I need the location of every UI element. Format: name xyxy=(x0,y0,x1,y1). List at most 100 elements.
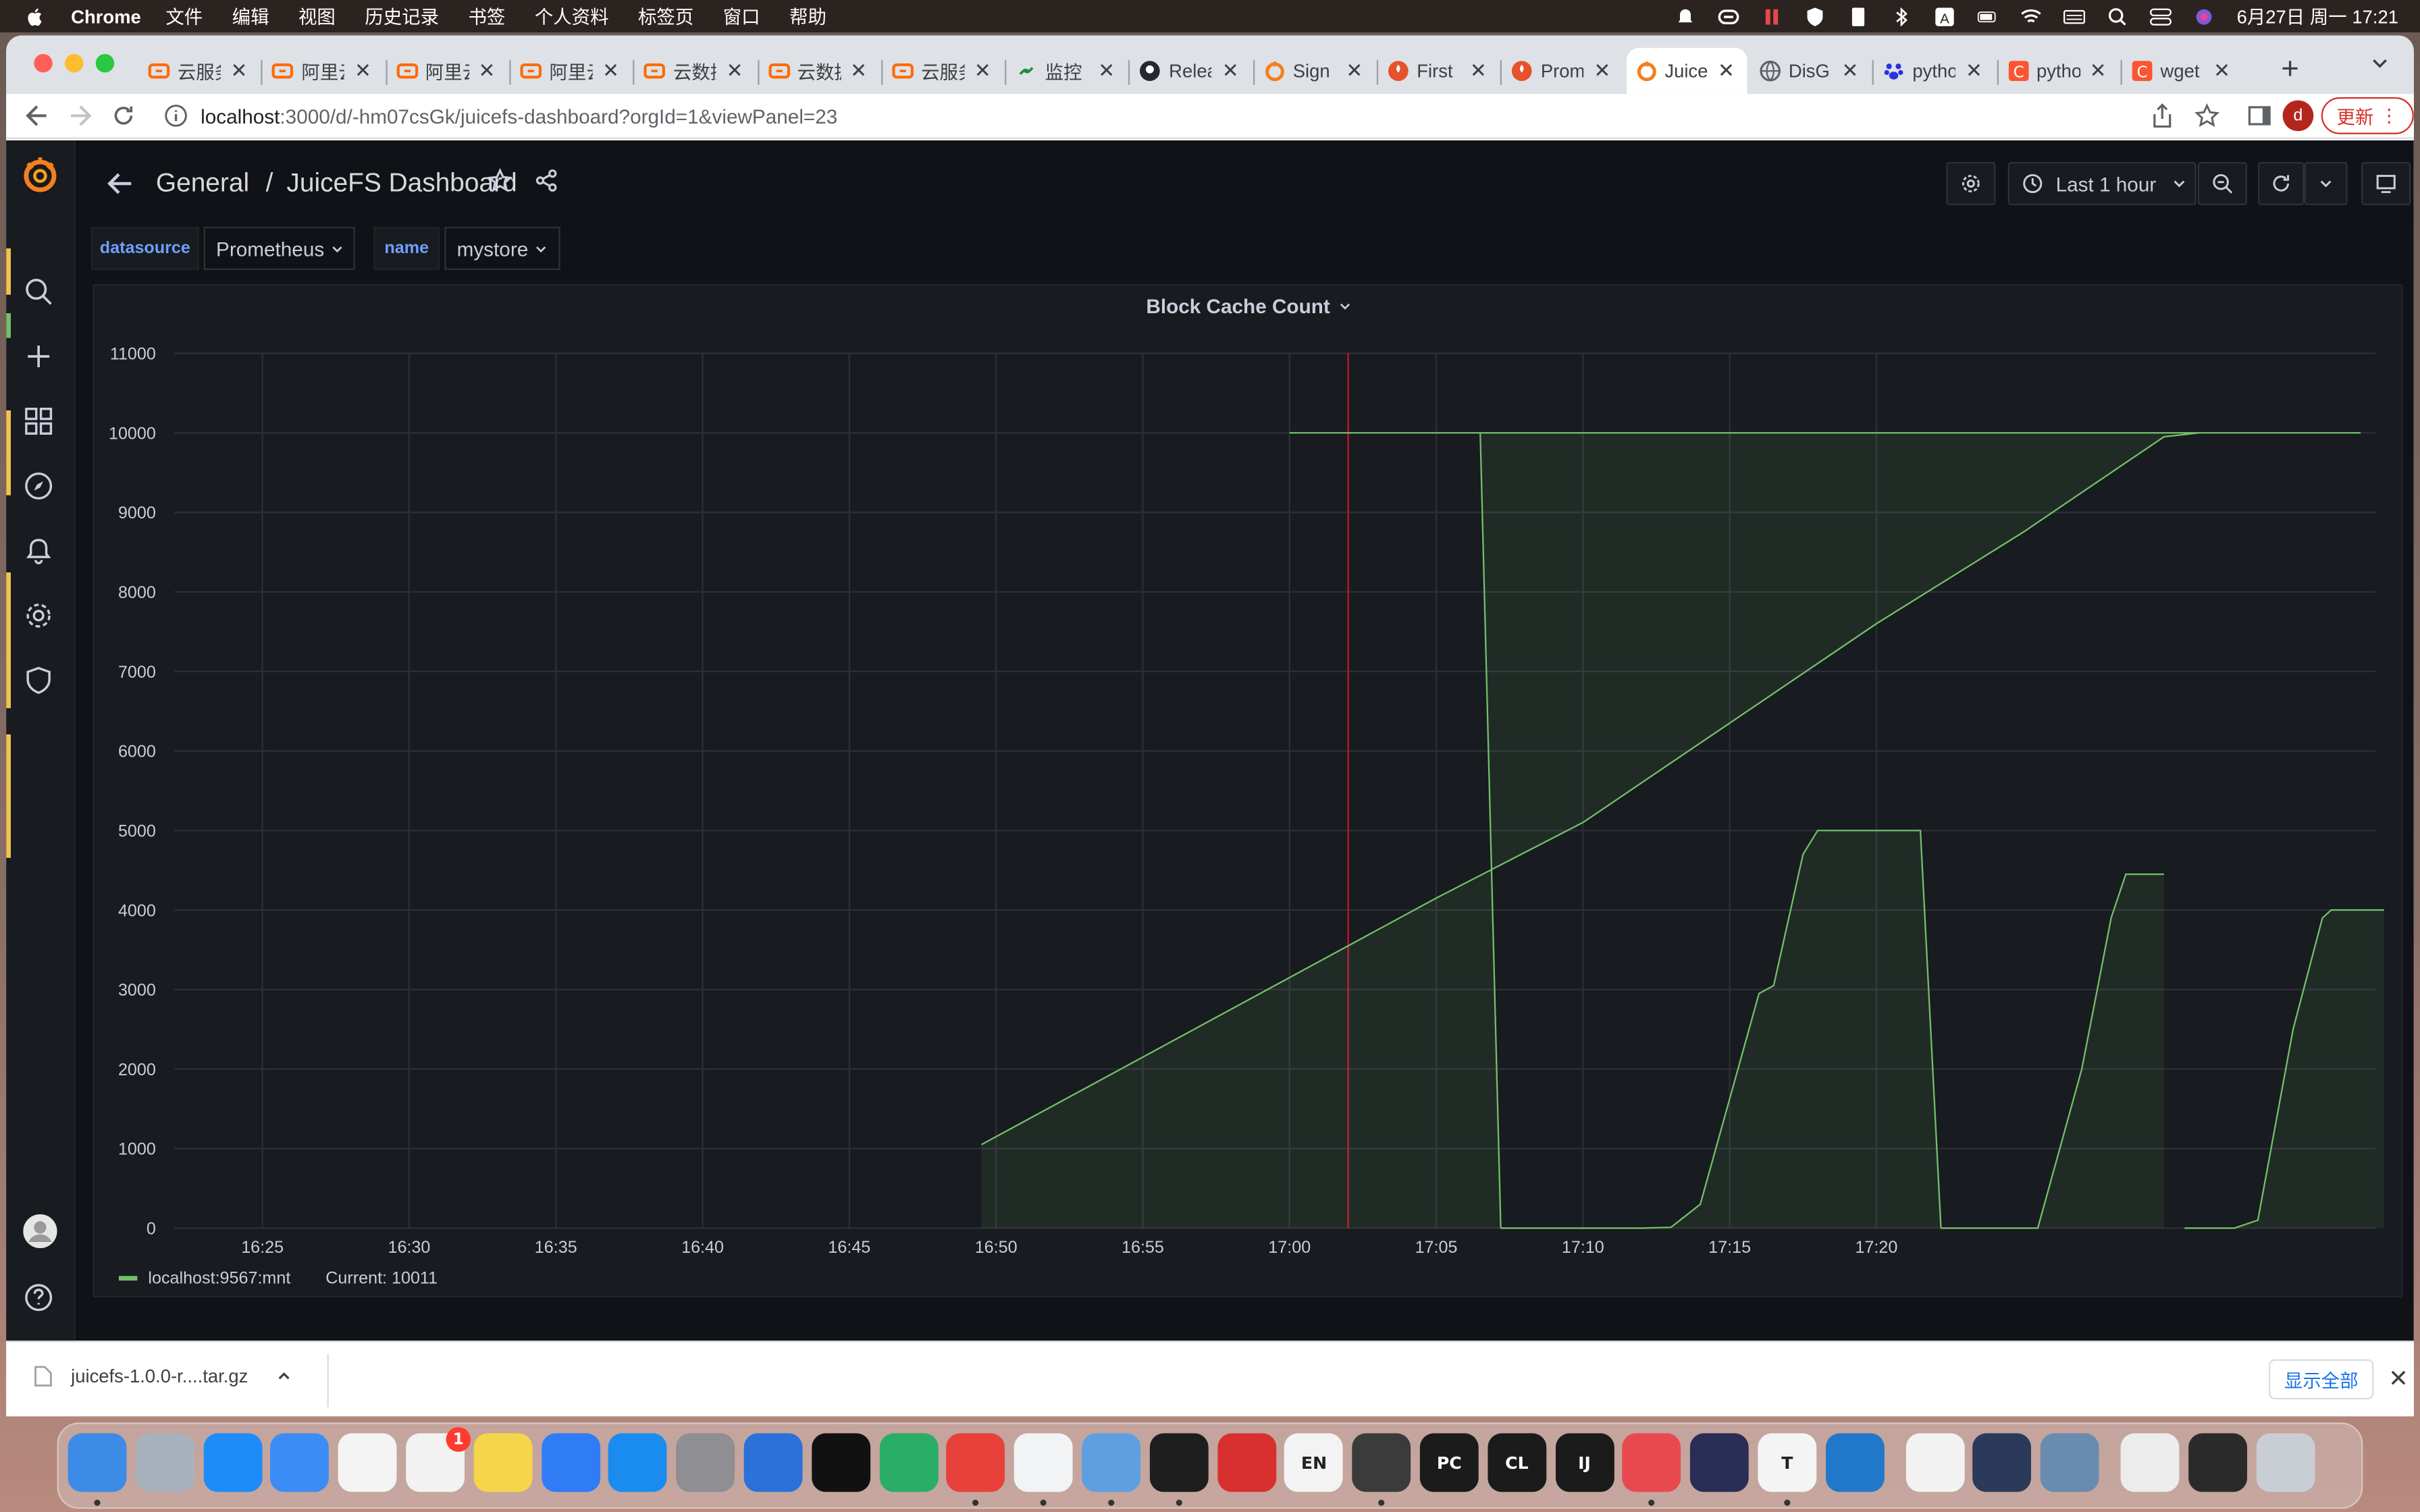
dock-notes-icon[interactable] xyxy=(473,1433,533,1492)
tab-close-icon[interactable]: ✕ xyxy=(727,59,743,84)
tab-close-icon[interactable]: ✕ xyxy=(479,59,496,84)
browser-tab[interactable]: 云数据 ✕ xyxy=(635,48,756,94)
menu-edit[interactable]: 编辑 xyxy=(232,3,269,30)
tab-close-icon[interactable]: ✕ xyxy=(1098,59,1115,84)
tab-close-icon[interactable]: ✕ xyxy=(1222,59,1239,84)
dock-finder-icon[interactable] xyxy=(68,1433,127,1492)
new-tab-button[interactable]: + xyxy=(2281,53,2299,88)
tab-close-icon[interactable]: ✕ xyxy=(1718,59,1735,84)
recording-icon[interactable] xyxy=(1762,7,1783,25)
menu-view[interactable]: 视图 xyxy=(298,3,336,30)
dock-cat-icon[interactable] xyxy=(1973,1433,2032,1492)
tab-close-icon[interactable]: ✕ xyxy=(1841,59,1858,84)
menu-tabs[interactable]: 标签页 xyxy=(638,3,693,30)
browser-tab[interactable]: 监控 ✕ xyxy=(1006,48,1127,94)
show-all-downloads-button[interactable]: 显示全部 xyxy=(2268,1359,2374,1400)
shield-status-icon[interactable] xyxy=(1805,7,1826,26)
site-info-icon[interactable] xyxy=(163,103,188,128)
dock-xcode-icon[interactable] xyxy=(743,1433,803,1492)
profile-avatar[interactable]: d xyxy=(2282,100,2314,132)
browser-tab[interactable]: 阿里云 ✕ xyxy=(387,48,508,94)
refresh-interval-dropdown[interactable] xyxy=(2304,161,2348,205)
side-panel-icon[interactable] xyxy=(2247,103,2272,128)
browser-tab[interactable]: 阿里云 ✕ xyxy=(263,48,384,94)
explore-compass-icon[interactable] xyxy=(23,470,54,502)
chevron-up-icon[interactable] xyxy=(275,1368,291,1384)
dock-chrome-icon[interactable] xyxy=(1014,1433,1073,1492)
grafana-logo-icon[interactable] xyxy=(22,156,59,193)
apple-icon[interactable] xyxy=(25,5,47,27)
minimize-window-button[interactable] xyxy=(64,53,84,73)
browser-tab[interactable]: First ✕ xyxy=(1378,48,1499,94)
dock-cloud-icon[interactable] xyxy=(1690,1433,1750,1492)
browser-tab[interactable]: Sign ✕ xyxy=(1255,48,1375,94)
dock-photos-icon[interactable] xyxy=(338,1433,397,1492)
menu-profiles[interactable]: 个人资料 xyxy=(535,3,609,30)
dock-typora-icon[interactable]: T xyxy=(1758,1433,1817,1492)
dock-tableplus-icon[interactable] xyxy=(1623,1433,1682,1492)
dock-wechat-icon[interactable] xyxy=(878,1433,938,1492)
dock-clion-icon[interactable]: CL xyxy=(1487,1433,1546,1492)
tab-close-icon[interactable]: ✕ xyxy=(230,59,247,84)
app-menu-chrome[interactable]: Chrome xyxy=(71,5,141,27)
siri-icon[interactable] xyxy=(2194,7,2215,25)
dock-en-input-icon[interactable]: EN xyxy=(1284,1433,1344,1492)
browser-tab[interactable]: 云数据 ✕ xyxy=(758,48,879,94)
variable-datasource-select[interactable]: Prometheus xyxy=(203,226,355,270)
dock-terminal-icon[interactable] xyxy=(1149,1433,1209,1492)
search-icon[interactable] xyxy=(23,276,54,307)
dock-settings-icon[interactable] xyxy=(676,1433,735,1492)
tv-mode-button[interactable] xyxy=(2361,161,2411,205)
browser-tab[interactable]: 云服务 ✕ xyxy=(883,48,1003,94)
share-dashboard-icon[interactable] xyxy=(534,168,559,193)
browser-tab[interactable]: Prom ✕ xyxy=(1502,48,1623,94)
keyboard-icon[interactable] xyxy=(2063,7,2086,25)
user-avatar-icon[interactable] xyxy=(23,1214,57,1249)
dock-files-icon[interactable] xyxy=(2120,1433,2180,1492)
maximize-window-button[interactable] xyxy=(95,53,115,73)
menu-window[interactable]: 窗口 xyxy=(723,3,760,30)
forward-arrow-icon[interactable] xyxy=(68,101,93,132)
download-item[interactable]: juicefs-1.0.0-r....tar.gz xyxy=(34,1366,291,1387)
dock-textedit-icon[interactable] xyxy=(1905,1433,1964,1492)
dock-appstore-icon[interactable] xyxy=(608,1433,668,1492)
browser-tab[interactable]: 云服务 ✕ xyxy=(139,48,260,94)
vpn-icon[interactable] xyxy=(1718,7,1740,25)
menu-help[interactable]: 帮助 xyxy=(789,3,826,30)
reload-icon[interactable] xyxy=(111,101,136,132)
tab-close-icon[interactable]: ✕ xyxy=(974,59,991,84)
dashboards-icon[interactable] xyxy=(23,406,54,437)
dock-launchpad-icon[interactable] xyxy=(135,1433,194,1492)
close-icon[interactable] xyxy=(2389,1368,2407,1386)
menu-history[interactable]: 历史记录 xyxy=(365,3,439,30)
alerting-bell-icon[interactable] xyxy=(23,535,54,566)
time-range-picker[interactable]: Last 1 hour xyxy=(2007,161,2197,205)
variable-name-select[interactable]: mystore xyxy=(444,226,560,270)
browser-tab[interactable]: 阿里云 ✕ xyxy=(510,48,631,94)
zoom-out-button[interactable] xyxy=(2197,161,2247,205)
address-bar[interactable]: localhost:3000/d/-hm07csGk/juicefs-dashb… xyxy=(160,95,2229,136)
dock-intellij-icon[interactable]: IJ xyxy=(1555,1433,1614,1492)
control-center-icon[interactable] xyxy=(2150,7,2172,25)
dock-safari-icon[interactable] xyxy=(203,1433,262,1492)
menu-file[interactable]: 文件 xyxy=(165,3,203,30)
battery-icon[interactable] xyxy=(1978,7,1999,25)
dock-preview-icon[interactable] xyxy=(1082,1433,1141,1492)
favorite-star-icon[interactable] xyxy=(488,168,512,193)
dashboard-settings-button[interactable] xyxy=(1946,161,1996,205)
share-icon[interactable] xyxy=(2151,103,2173,128)
tab-close-icon[interactable]: ✕ xyxy=(1966,59,1982,84)
help-icon[interactable] xyxy=(23,1282,54,1313)
clock-datetime[interactable]: 6月27日 周一 17:21 xyxy=(2237,3,2398,30)
wifi-icon[interactable] xyxy=(2021,7,2043,25)
tab-close-icon[interactable]: ✕ xyxy=(2090,59,2107,84)
bluetooth-icon[interactable] xyxy=(1891,7,1913,26)
tab-close-icon[interactable]: ✕ xyxy=(1346,59,1363,84)
browser-tab[interactable]: Cwget ✕ xyxy=(2122,48,2242,94)
tab-close-icon[interactable]: ✕ xyxy=(1594,59,1610,84)
configuration-gear-icon[interactable] xyxy=(23,600,54,631)
dock-trash-icon[interactable] xyxy=(2255,1433,2315,1492)
refresh-button[interactable] xyxy=(2257,161,2305,205)
dock-keynote-icon[interactable] xyxy=(541,1433,600,1492)
dock-screen-icon[interactable] xyxy=(2188,1433,2247,1492)
